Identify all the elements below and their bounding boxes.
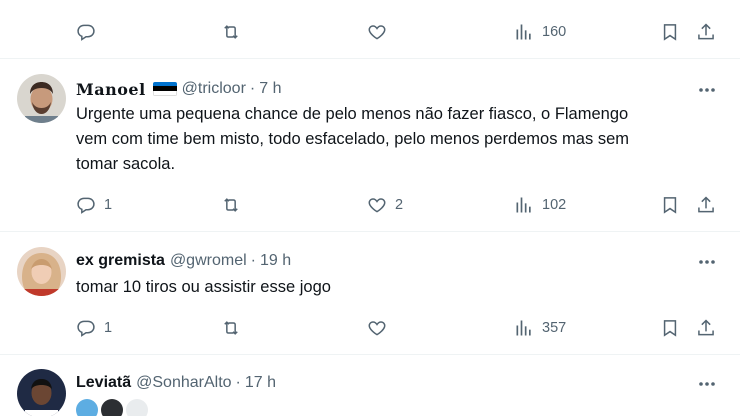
separator: · [235,374,241,391]
tweet-header: Leviatã @SonharAlto · 17 h [76,372,720,394]
more-icon [698,252,716,270]
like-count: 2 [395,197,404,213]
timestamp[interactable]: 17 h [245,374,276,392]
more-button[interactable] [696,79,718,99]
retweet-button[interactable] [221,193,241,217]
retweet-button[interactable] [221,20,241,44]
bookmark-icon [660,22,680,42]
views-count: 160 [542,24,567,40]
reply-button[interactable] [76,20,96,44]
tweet-text-line: tomar 10 tiros ou assistir esse jogo [76,278,331,296]
tweet-text-line: Urgente uma pequena chance de pelo menos… [76,105,629,123]
avatar[interactable] [17,247,66,296]
tweet-actions: 160 [76,20,722,44]
views-count: 357 [542,320,567,336]
retweet-icon [221,22,241,42]
timestamp[interactable]: 19 h [260,252,291,270]
views-icon [514,195,534,215]
bookmark-button[interactable] [660,20,680,44]
bookmark-icon [660,318,680,338]
handle[interactable]: @tricloor [182,80,246,98]
like-button[interactable] [367,316,387,340]
tweet-actions: 1 357 [76,316,722,340]
like-icon [367,318,387,338]
tweet-text: Urgente uma pequena chance de pelo menos… [76,102,716,177]
share-icon [696,195,716,215]
timestamp[interactable]: 7 h [259,80,281,98]
reply-icon [76,318,96,338]
retweet-icon [221,318,241,338]
tweet-text-line: tomar sacola. [76,155,176,173]
separator: · [250,252,256,269]
reply-count: 1 [104,197,113,213]
more-icon [698,80,716,98]
bookmark-button[interactable] [660,316,680,340]
views-icon [514,22,534,42]
black-circle-emoji [101,399,123,416]
reply-count: 1 [104,320,113,336]
white-circle-emoji [126,399,148,416]
divider [0,354,740,355]
views-button[interactable]: 357 [514,316,566,340]
share-button[interactable] [696,316,716,340]
like-button[interactable]: 2 [367,193,403,217]
share-icon [696,318,716,338]
share-icon [696,22,716,42]
tweet-text: tomar 10 tiros ou assistir esse jogo [76,275,716,300]
reply-icon [76,195,96,215]
bookmark-icon [660,195,680,215]
reply-button[interactable]: 1 [76,316,112,340]
reply-button[interactable]: 1 [76,193,112,217]
retweet-icon [221,195,241,215]
like-button[interactable] [367,20,387,44]
tweet-header: Manoel @tricloor · 7 h [76,78,720,100]
views-icon [514,318,534,338]
display-name[interactable]: Leviatã [76,374,131,392]
timeline-feed: 160 Manoel @tricloor · 7 h Urgente uma p… [0,0,740,416]
estonia-flag-icon [152,82,177,96]
divider [0,58,740,59]
display-name[interactable]: ex gremista [76,252,165,270]
divider [0,231,740,232]
emoji-row [76,399,148,416]
reply-icon [76,22,96,42]
retweet-button[interactable] [221,316,241,340]
like-icon [367,195,387,215]
views-count: 102 [542,197,567,213]
more-button[interactable] [696,251,718,271]
separator: · [249,80,256,97]
handle[interactable]: @SonharAlto [136,374,231,392]
share-button[interactable] [696,193,716,217]
share-button[interactable] [696,20,716,44]
bookmark-button[interactable] [660,193,680,217]
display-name[interactable]: Manoel [76,80,146,99]
views-button[interactable]: 102 [514,193,566,217]
avatar[interactable] [17,74,66,123]
like-icon [367,22,387,42]
blue-circle-emoji [76,399,98,416]
more-button[interactable] [696,373,718,393]
tweet-actions: 1 2 102 [76,193,722,217]
tweet-text-line: vem com time bem misto, todo esfacelado,… [76,130,629,148]
more-icon [698,374,716,392]
views-button[interactable]: 160 [514,20,566,44]
avatar[interactable] [17,369,66,416]
tweet-header: ex gremista @gwromel · 19 h [76,250,720,272]
handle[interactable]: @gwromel [170,252,247,270]
